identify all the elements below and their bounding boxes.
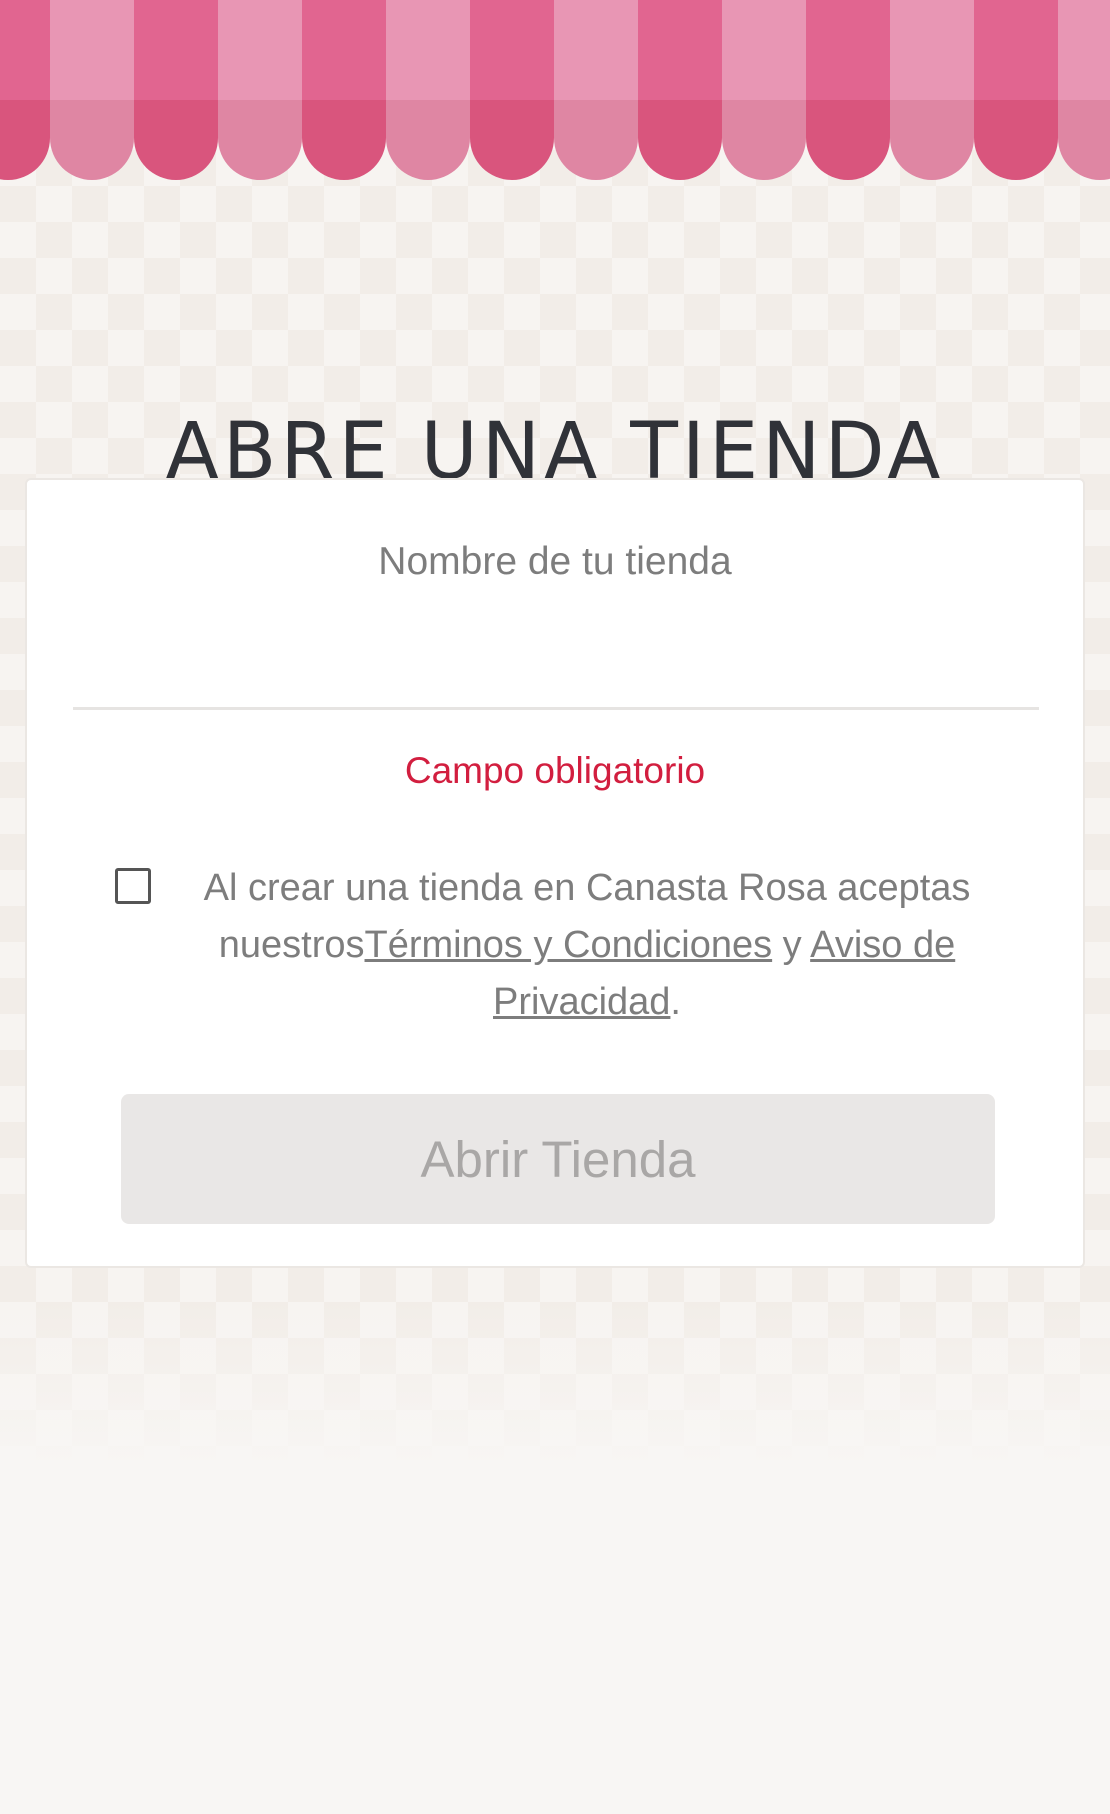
terms-text: Al crear una tienda en Canasta Rosa acep… — [177, 860, 997, 1031]
terms-checkbox[interactable] — [115, 868, 151, 904]
store-name-input[interactable] — [73, 610, 1039, 710]
required-error: Campo obligatorio — [404, 750, 706, 791]
terms-conditions-link[interactable]: Términos y Condiciones — [365, 924, 773, 966]
terms-suffix: . — [670, 981, 681, 1023]
open-store-button[interactable]: Abrir Tienda — [121, 1094, 995, 1224]
open-store-card: Nombre de tu tienda Campo obligatorio Al… — [25, 478, 1085, 1268]
background-fade — [0, 1300, 1110, 1540]
store-awning — [0, 0, 1110, 180]
terms-conjunction: y — [772, 924, 811, 966]
store-name-label: Nombre de tu tienda — [378, 540, 732, 583]
